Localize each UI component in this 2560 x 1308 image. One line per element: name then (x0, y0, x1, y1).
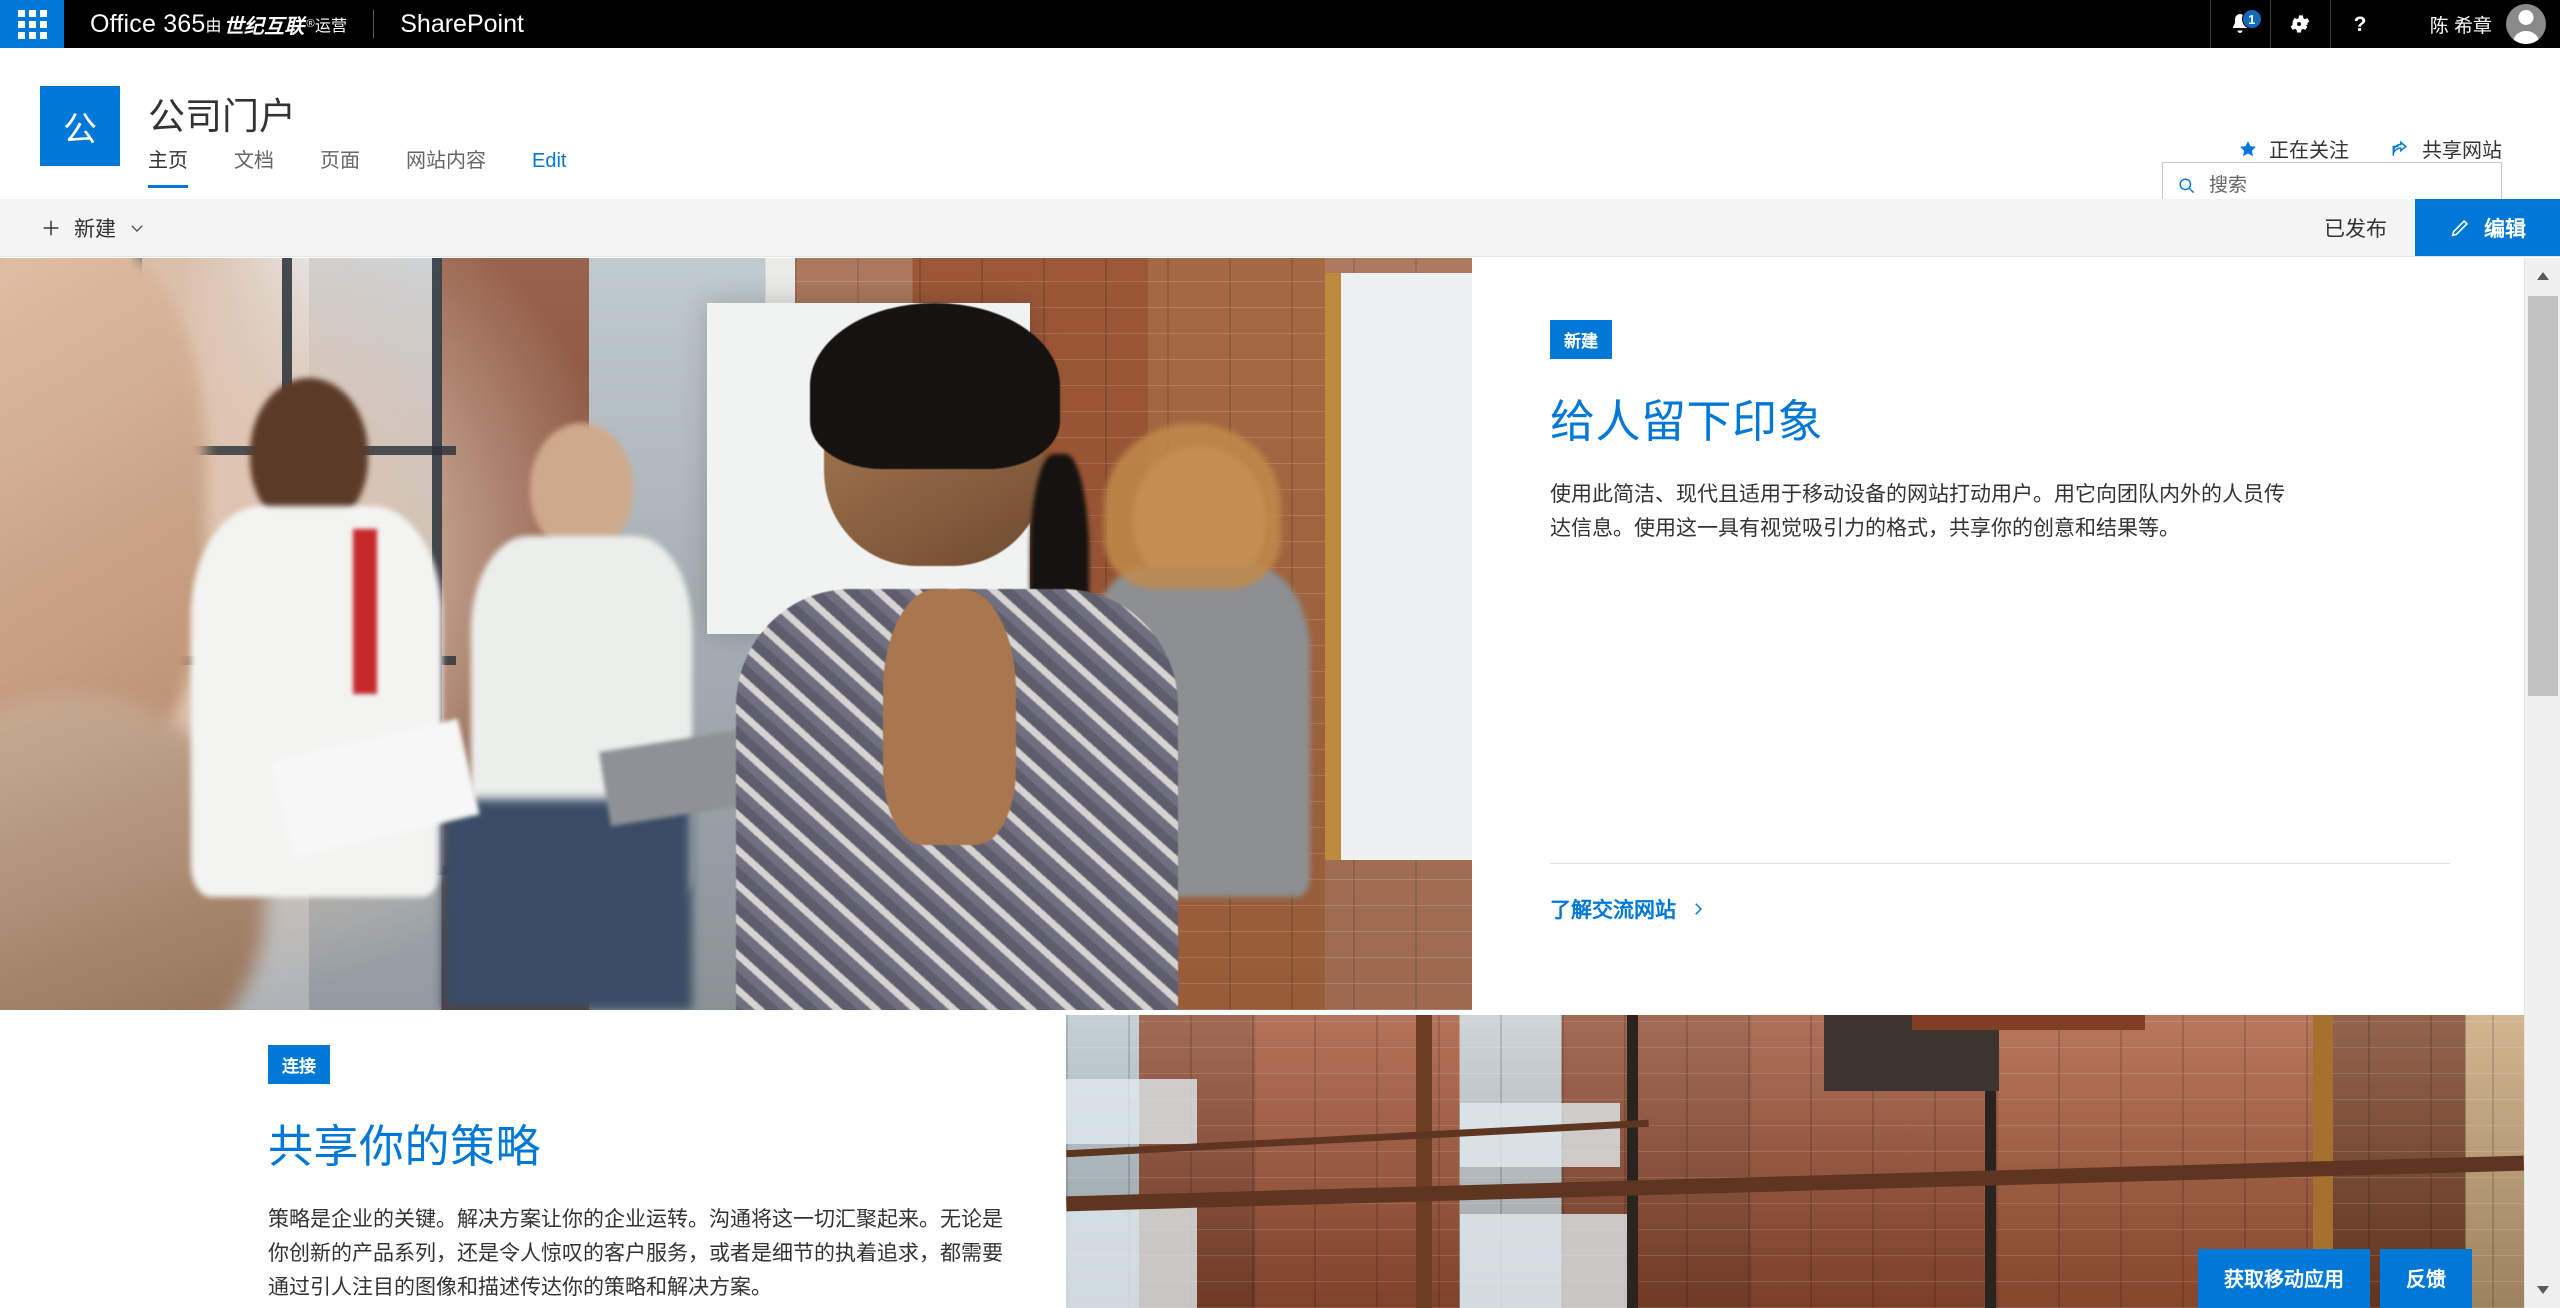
site-header-actions: 正在关注 共享网站 (2238, 134, 2502, 163)
pencil-icon (2451, 219, 2468, 236)
help-button[interactable]: ? (2329, 0, 2390, 48)
hero-section: 新建 给人留下印象 使用此简洁、现代且适用于移动设备的网站打动用户。用它向团队内… (0, 258, 2524, 1010)
page-canvas: 新建 给人留下印象 使用此简洁、现代且适用于移动设备的网站打动用户。用它向团队内… (0, 258, 2524, 1308)
question-mark-icon: ? (2354, 13, 2367, 36)
brand-cn-mark: ® (306, 18, 315, 30)
search-input[interactable] (2209, 175, 2487, 197)
nav-item-site-contents[interactable]: 网站内容 (406, 144, 486, 188)
site-header: 公 公司门户 主页 文档 页面 网站内容 Edit 正在关注 共享网站 (0, 48, 2560, 210)
nav-item-home[interactable]: 主页 (148, 144, 188, 188)
edit-page-label: 编辑 (2484, 217, 2526, 241)
section-two-title: 共享你的策略 (268, 1121, 542, 1172)
hero-footer: 了解交流网站 (1550, 863, 2450, 924)
site-navigation: 主页 文档 页面 网站内容 Edit (148, 144, 566, 188)
chevron-right-icon (1695, 903, 1703, 915)
chevron-down-icon (131, 224, 143, 232)
user-avatar-icon (2506, 4, 2546, 44)
share-site-button[interactable]: 共享网站 (2389, 134, 2502, 163)
floating-action-buttons: 获取移动应用 反馈 (2198, 1249, 2472, 1308)
publish-status: 已发布 (2324, 217, 2387, 241)
new-button-label: 新建 (74, 217, 116, 241)
hero-learn-more-link[interactable]: 了解交流网站 (1550, 894, 1707, 924)
search-icon (2179, 178, 2195, 194)
hero-text-panel: 新建 给人留下印象 使用此简洁、现代且适用于移动设备的网站打动用户。用它向团队内… (1472, 258, 2524, 1010)
suite-bar: Office 365 由 世纪互联 ® 运营 SharePoint 1 ? 陈 … (0, 0, 2560, 48)
app-launcher-button[interactable] (0, 0, 64, 48)
page-scrollbar[interactable] (2524, 258, 2560, 1308)
nav-item-pages[interactable]: 页面 (320, 144, 360, 188)
user-name-label: 陈 希章 (2429, 15, 2492, 37)
suite-bar-actions: 1 ? 陈 希章 (2209, 0, 2560, 48)
brand-prefix: Office 365 (90, 9, 206, 38)
hero-image (0, 258, 1472, 1010)
command-bar-right: 已发布 编辑 (2296, 199, 2560, 256)
scroll-up-arrow-icon[interactable] (2525, 258, 2560, 294)
hero-title: 给人留下印象 (1550, 396, 1824, 447)
get-mobile-app-button[interactable]: 获取移动应用 (2198, 1249, 2370, 1308)
user-account-button[interactable]: 陈 希章 (2390, 0, 2560, 48)
edit-page-button[interactable]: 编辑 (2415, 199, 2560, 256)
feedback-button[interactable]: 反馈 (2380, 1249, 2472, 1308)
new-button[interactable]: 新建 (40, 213, 146, 243)
hero-link-label: 了解交流网站 (1550, 899, 1676, 922)
brand-cn-lead: 由 (205, 18, 222, 35)
section-two-body: 策略是企业的关键。解决方案让你的企业运转。沟通将这一切汇聚起来。无论是你创新的产… (268, 1208, 1003, 1300)
scrollbar-thumb[interactable] (2528, 296, 2558, 696)
settings-button[interactable] (2269, 0, 2330, 48)
section-two-badge: 连接 (268, 1045, 330, 1084)
nav-item-edit[interactable]: Edit (532, 150, 566, 188)
hero-body: 使用此简洁、现代且适用于移动设备的网站打动用户。用它向团队内外的人员传达信息。使… (1550, 483, 2285, 541)
command-bar: 新建 已发布 编辑 (0, 199, 2560, 257)
follow-site-button[interactable]: 正在关注 (2238, 134, 2349, 163)
plus-icon (43, 220, 59, 235)
site-logo[interactable]: 公 (40, 86, 120, 166)
office365-brand[interactable]: Office 365 由 世纪互联 ® 运营 (64, 0, 373, 48)
section-two-text-panel: 连接 共享你的策略 策略是企业的关键。解决方案让你的企业运转。沟通将这一切汇聚起… (0, 1015, 1066, 1308)
notifications-badge: 1 (2241, 9, 2262, 29)
brand-cn-tail: 运营 (314, 18, 348, 35)
page-title: 公司门户 (148, 96, 296, 137)
star-icon (2240, 140, 2256, 156)
brand-cn-name: 世纪互联 (223, 15, 305, 38)
nav-item-documents[interactable]: 文档 (234, 144, 274, 188)
svg-text:?: ? (2354, 13, 2367, 36)
scroll-down-arrow-icon[interactable] (2525, 1272, 2560, 1308)
waffle-grid-icon (17, 9, 47, 39)
hero-badge: 新建 (1550, 320, 1612, 359)
share-arrow-icon (2392, 140, 2408, 156)
section-two: 连接 共享你的策略 策略是企业的关键。解决方案让你的企业运转。沟通将这一切汇聚起… (0, 1015, 2524, 1308)
share-site-label: 共享网站 (2422, 140, 2502, 162)
suite-app-name[interactable]: SharePoint (374, 0, 550, 48)
notifications-button[interactable]: 1 (2209, 0, 2270, 48)
follow-site-label: 正在关注 (2269, 140, 2349, 162)
gear-icon (2290, 15, 2310, 33)
